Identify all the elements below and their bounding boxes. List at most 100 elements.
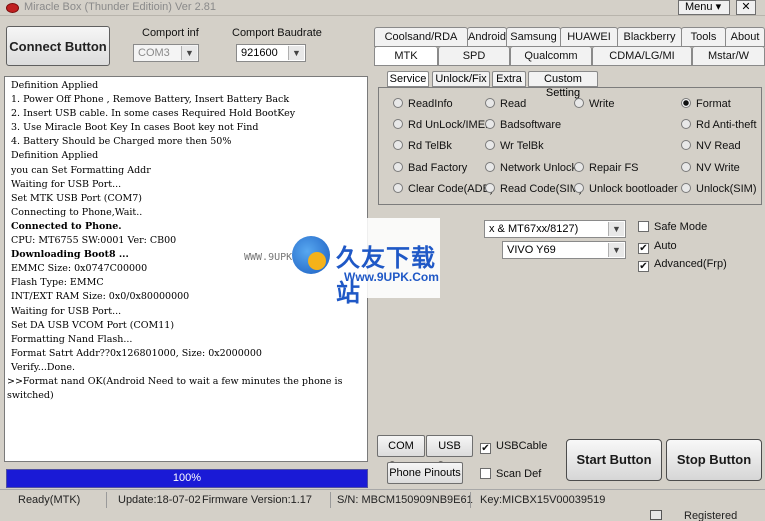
log-line: Set MTK USB Port (COM7): [11, 192, 143, 204]
tab-qualcomm[interactable]: Qualcomm: [510, 46, 592, 66]
title-bar: Miracle Box (Thunder Editioin) Ver 2.81 …: [0, 0, 765, 16]
option-label: Auto: [654, 240, 677, 252]
radio-readinfo[interactable]: ReadInfo: [393, 98, 453, 110]
radio-dot-icon: [485, 162, 495, 172]
radio-format[interactable]: Format: [681, 98, 731, 110]
radio-read[interactable]: Read: [485, 98, 526, 110]
radio-unlock-bootloader[interactable]: Unlock bootloader: [574, 183, 678, 195]
status-ready: Ready(MTK): [18, 494, 81, 506]
status-registered: Registered: [684, 510, 738, 521]
status-separator: [330, 492, 331, 508]
radio-nv-write[interactable]: NV Write: [681, 162, 740, 174]
radio-rd-unlock-imei[interactable]: Rd UnLock/IMEI: [393, 119, 488, 131]
radio-label: Badsoftware: [500, 119, 562, 131]
progress-label: 100%: [172, 472, 202, 484]
cpu-select[interactable]: x & MT67xx/8127) ▼: [484, 220, 626, 238]
subtab-unlock-fix[interactable]: Unlock/Fix: [432, 71, 490, 87]
radio-nv-read[interactable]: NV Read: [681, 140, 741, 152]
chevron-down-icon: ▼: [288, 46, 304, 60]
phone-model-select[interactable]: VIVO Y69 ▼: [502, 241, 626, 259]
status-key: Key:MICBX15V00039519: [480, 494, 606, 506]
radio-write[interactable]: Write: [574, 98, 614, 110]
checkbox-icon: ✔: [638, 261, 649, 272]
radio-dot-icon: [681, 119, 691, 129]
radio-label: ReadInfo: [408, 98, 453, 110]
tab-mtk[interactable]: MTK: [374, 46, 438, 66]
radio-dot-icon: [485, 140, 495, 150]
keyboard-icon: [650, 510, 662, 520]
radio-dot-icon: [681, 162, 691, 172]
radio-wr-telbk[interactable]: Wr TelBk: [485, 140, 544, 152]
radio-repair-fs[interactable]: Repair FS: [574, 162, 639, 174]
menu-button[interactable]: Menu ▾: [678, 0, 730, 15]
tab-mstar-w[interactable]: Mstar/W: [692, 46, 765, 66]
start-button[interactable]: Start Button: [566, 439, 662, 481]
log-line: Waiting for USB Port...: [11, 305, 122, 317]
radio-label: Format: [696, 98, 731, 110]
radio-unlock-sim-[interactable]: Unlock(SIM): [681, 183, 757, 195]
option-advanced-frp-[interactable]: ✔ Advanced(Frp): [638, 258, 727, 272]
subtab-custom-setting[interactable]: Custom Setting: [528, 71, 598, 99]
scan-def-checkbox[interactable]: Scan Def: [480, 468, 541, 480]
tab-blackberry[interactable]: Blackberry: [617, 27, 682, 47]
watermark-url: Www.9UPK.Com: [344, 270, 439, 284]
tab-spd[interactable]: SPD: [438, 46, 510, 66]
checkbox-icon: ✔: [480, 443, 491, 454]
radio-read-code-sim-[interactable]: Read Code(SIM): [485, 183, 583, 195]
radio-dot-icon: [681, 140, 691, 150]
tab-cdma-lg-mi[interactable]: CDMA/LG/MI: [592, 46, 692, 66]
radio-dot-icon: [393, 119, 403, 129]
tab-samsung[interactable]: Samsung: [506, 27, 561, 47]
radio-dot-icon: [574, 183, 584, 193]
stop-button[interactable]: Stop Button: [666, 439, 762, 481]
baudrate-select[interactable]: 921600 ▼: [236, 44, 306, 62]
option-auto[interactable]: ✔ Auto: [638, 240, 677, 254]
chevron-down-icon: ▼: [608, 243, 624, 257]
tab-coolsand-rda[interactable]: Coolsand/RDA: [374, 27, 468, 47]
radio-bad-factory[interactable]: Bad Factory: [393, 162, 467, 174]
option-safe-mode[interactable]: Safe Mode: [638, 221, 707, 233]
log-line: 1. Power Off Phone , Remove Battery, Ins…: [11, 94, 290, 106]
phone-pinouts-button[interactable]: Phone Pinouts: [387, 462, 463, 484]
subtab-extra[interactable]: Extra: [492, 71, 526, 87]
checkbox-icon: [480, 468, 491, 479]
radio-clear-code-adb-[interactable]: Clear Code(ADB): [393, 183, 494, 195]
comport-select[interactable]: COM3 ▼: [133, 44, 199, 62]
usb-cable-label: USBCable: [496, 440, 548, 452]
cpu-value: x & MT67xx/8127): [489, 223, 579, 235]
tab-android[interactable]: Android: [467, 27, 507, 47]
log-line: Verify...Done.: [11, 361, 75, 373]
radio-rd-telbk[interactable]: Rd TelBk: [393, 140, 452, 152]
log-line: 3. Use Miracle Boot Key In cases Boot ke…: [11, 122, 259, 134]
log-line: Waiting for USB Port...: [11, 178, 122, 190]
log-line: Formatting Nand Flash...: [11, 333, 133, 345]
radio-label: Write: [589, 98, 615, 110]
radio-label: NV Read: [696, 140, 741, 152]
com-scan-button[interactable]: COM Scan: [377, 435, 425, 472]
close-icon[interactable]: ✕: [736, 0, 756, 15]
radio-label: Rd UnLock/IMEI: [408, 119, 489, 131]
progress-bar: 100%: [6, 469, 368, 488]
status-separator: [470, 492, 471, 508]
tab-tools[interactable]: Tools: [681, 27, 726, 47]
tab-huawei[interactable]: HUAWEI: [560, 27, 618, 47]
radio-network-unlock[interactable]: Network Unlock: [485, 162, 577, 174]
subtab-service[interactable]: Service: [387, 71, 429, 87]
radio-label: Rd TelBk: [408, 140, 452, 152]
usb-cable-checkbox[interactable]: ✔ USBCable: [480, 440, 547, 454]
radio-label: Read Code(SIM): [500, 183, 583, 195]
app-logo-icon: [6, 3, 19, 13]
log-line: >>Format nand OK(Android Need to wait a …: [7, 375, 343, 402]
usb-scan-button[interactable]: USB Scan: [426, 435, 473, 472]
radio-label: Network Unlock: [500, 162, 578, 174]
log-line: Definition Applied: [11, 80, 99, 91]
radio-dot-icon: [393, 162, 403, 172]
radio-dot-icon: [393, 140, 403, 150]
radio-badsoftware[interactable]: Badsoftware: [485, 119, 561, 131]
radio-dot-icon: [574, 98, 584, 108]
radio-label: Rd Anti-theft: [696, 119, 757, 131]
radio-rd-anti-theft[interactable]: Rd Anti-theft: [681, 119, 757, 131]
log-line: Definition Applied: [11, 150, 99, 162]
tab-about[interactable]: About: [725, 27, 765, 47]
connect-button[interactable]: Connect Button: [6, 26, 110, 66]
